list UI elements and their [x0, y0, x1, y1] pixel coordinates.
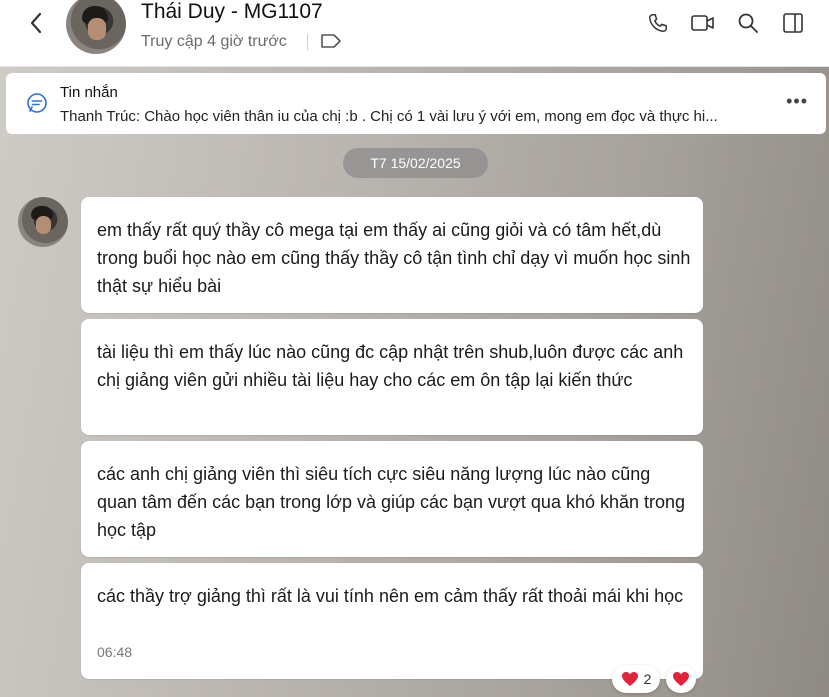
back-button[interactable]	[24, 10, 48, 36]
search-button[interactable]	[735, 10, 761, 36]
reaction-summary[interactable]: 2	[612, 665, 660, 693]
call-button[interactable]	[645, 10, 671, 36]
message-bubble[interactable]: các thầy trợ giảng thì rất là vui tính n…	[81, 563, 703, 679]
chat-header: Thái Duy - MG1107 Truy cập 4 giờ trước	[0, 0, 829, 67]
contact-avatar[interactable]	[66, 0, 126, 54]
divider	[307, 34, 308, 50]
message-text: các anh chị giảng viên thì siêu tích cực…	[97, 464, 686, 540]
phone-icon	[649, 14, 667, 32]
message-text: tài liệu thì em thấy lúc nào cũng đc cập…	[97, 342, 684, 390]
search-icon	[738, 13, 758, 33]
video-icon	[691, 15, 714, 31]
message-bubble[interactable]: em thấy rất quý thầy cô mega tại em thấy…	[81, 197, 703, 313]
message-bubble-icon	[26, 92, 48, 119]
message-bubble[interactable]: tài liệu thì em thấy lúc nào cũng đc cập…	[81, 319, 703, 435]
sidebar-toggle-icon	[783, 13, 803, 33]
pinned-preview: Thanh Trúc: Chào học viên thân iu của ch…	[60, 108, 718, 125]
contact-name[interactable]: Thái Duy - MG1107	[141, 0, 323, 24]
tag-button[interactable]	[320, 33, 342, 54]
heart-icon	[621, 672, 638, 686]
date-divider: T7 15/02/2025	[343, 148, 488, 178]
last-active-status: Truy cập 4 giờ trước	[141, 33, 287, 50]
message-text: các thầy trợ giảng thì rất là vui tính n…	[97, 586, 684, 606]
heart-icon	[673, 672, 689, 686]
sidebar-toggle-button[interactable]	[780, 10, 806, 36]
message-text: em thấy rất quý thầy cô mega tại em thấy…	[97, 220, 691, 296]
more-options-icon[interactable]: •••	[786, 91, 808, 112]
tag-icon	[321, 34, 341, 48]
reaction-count: 2	[643, 671, 652, 687]
pinned-title: Tin nhắn	[60, 84, 118, 101]
message-bubble[interactable]: các anh chị giảng viên thì siêu tích cực…	[81, 441, 703, 557]
pinned-message-banner[interactable]: Tin nhắn Thanh Trúc: Chào học viên thân …	[6, 73, 826, 134]
back-icon	[30, 12, 42, 34]
message-time: 06:48	[97, 644, 133, 660]
video-call-button[interactable]	[690, 10, 716, 36]
sender-avatar[interactable]	[18, 197, 68, 247]
react-button[interactable]	[666, 665, 696, 693]
